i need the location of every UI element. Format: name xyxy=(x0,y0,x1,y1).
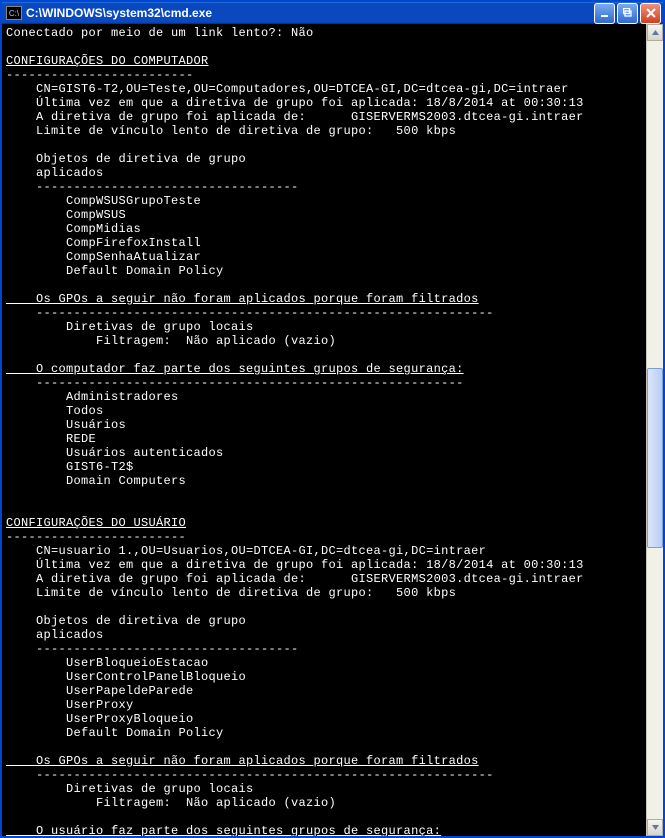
window-title: C:\WINDOWS\system32\cmd.exe xyxy=(26,6,594,20)
cmd-window: C:\ C:\WINDOWS\system32\cmd.exe Conectad… xyxy=(0,0,665,838)
vertical-scrollbar[interactable] xyxy=(646,24,663,836)
minimize-button[interactable] xyxy=(594,3,615,24)
client-area: Conectado por meio de um link lento?: Nã… xyxy=(2,24,663,836)
maximize-button[interactable] xyxy=(617,3,638,24)
close-button[interactable] xyxy=(640,3,661,24)
console-output: Conectado por meio de um link lento?: Nã… xyxy=(2,24,646,836)
titlebar[interactable]: C:\ C:\WINDOWS\system32\cmd.exe xyxy=(2,2,663,24)
cmd-icon: C:\ xyxy=(6,6,22,20)
scroll-thumb[interactable] xyxy=(647,368,663,548)
scroll-up-button[interactable] xyxy=(647,24,663,41)
window-controls xyxy=(594,3,661,24)
scroll-track[interactable] xyxy=(647,41,663,819)
scroll-down-button[interactable] xyxy=(647,819,663,836)
